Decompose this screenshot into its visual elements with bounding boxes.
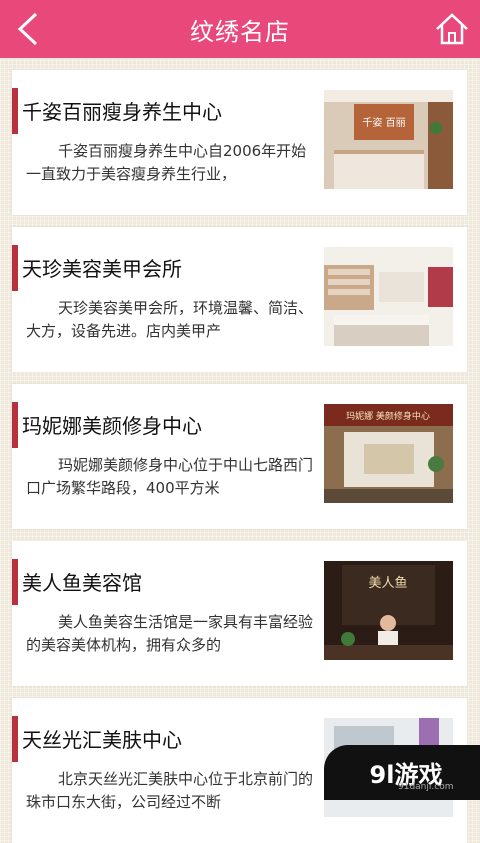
store-thumbnail <box>324 247 453 346</box>
thumb-sign-text: 美人鱼 <box>368 575 407 591</box>
watermark-url: 91danji.com <box>398 782 454 792</box>
store-description: 玛妮娜美颜修身中心位于中山七路西门口广场繁华路段，400平方米 <box>26 456 314 497</box>
home-icon <box>436 13 468 45</box>
store-description: 北京天丝光汇美肤中心位于北京前门的珠市口东大街，公司经过不断 <box>26 770 314 811</box>
store-name: 玛妮娜美颜修身中心 <box>22 414 202 438</box>
app-header: 纹绣名店 <box>0 0 480 58</box>
thumb-sign-text: 玛妮娜 美颜修身中心 <box>346 410 430 422</box>
store-name: 天珍美容美甲会所 <box>22 257 182 281</box>
store-thumbnail: 美人鱼 <box>324 561 453 660</box>
store-description: 天珍美容美甲会所，环境温馨、简洁、大方，设备先进。店内美甲产 <box>26 299 314 340</box>
back-button[interactable] <box>14 11 44 47</box>
store-thumbnail: 玛妮娜 美颜修身中心 <box>324 404 453 503</box>
store-card[interactable]: 玛妮娜美颜修身中心 玛妮娜美颜修身中心位于中山七路西门口广场繁华路段，400平方… <box>12 384 467 529</box>
thumb-sign-text: 千姿 百丽 <box>362 116 405 129</box>
store-description: 美人鱼美容生活馆是一家具有丰富经验的美容美体机构，拥有众多的 <box>26 613 314 654</box>
store-name: 天丝光汇美肤中心 <box>22 728 182 752</box>
card-accent-bar <box>12 245 18 291</box>
card-accent-bar <box>12 402 18 448</box>
card-accent-bar <box>12 716 18 762</box>
store-description: 千姿百丽瘦身养生中心自2006年开始一直致力于美容瘦身养生行业， <box>26 142 307 183</box>
store-name: 千姿百丽瘦身养生中心 <box>22 100 222 124</box>
page-title: 纹绣名店 <box>190 17 290 46</box>
store-thumbnail: 千姿 百丽 <box>324 90 453 189</box>
store-card[interactable]: 美人鱼美容馆 美人鱼美容生活馆是一家具有丰富经验的美容美体机构，拥有众多的 美人… <box>12 541 467 686</box>
store-card[interactable]: 千姿百丽瘦身养生中心 千姿百丽瘦身养生中心自2006年开始一直致力于美容瘦身养生… <box>12 70 467 215</box>
card-accent-bar <box>12 88 18 134</box>
watermark-badge: 9l游戏 91danji.com <box>324 745 480 800</box>
back-arrow-icon <box>17 12 38 46</box>
card-accent-bar <box>12 559 18 605</box>
store-name: 美人鱼美容馆 <box>22 571 142 595</box>
home-button[interactable] <box>434 11 470 47</box>
store-card[interactable]: 天珍美容美甲会所 天珍美容美甲会所，环境温馨、简洁、大方，设备先进。店内美甲产 <box>12 227 467 372</box>
